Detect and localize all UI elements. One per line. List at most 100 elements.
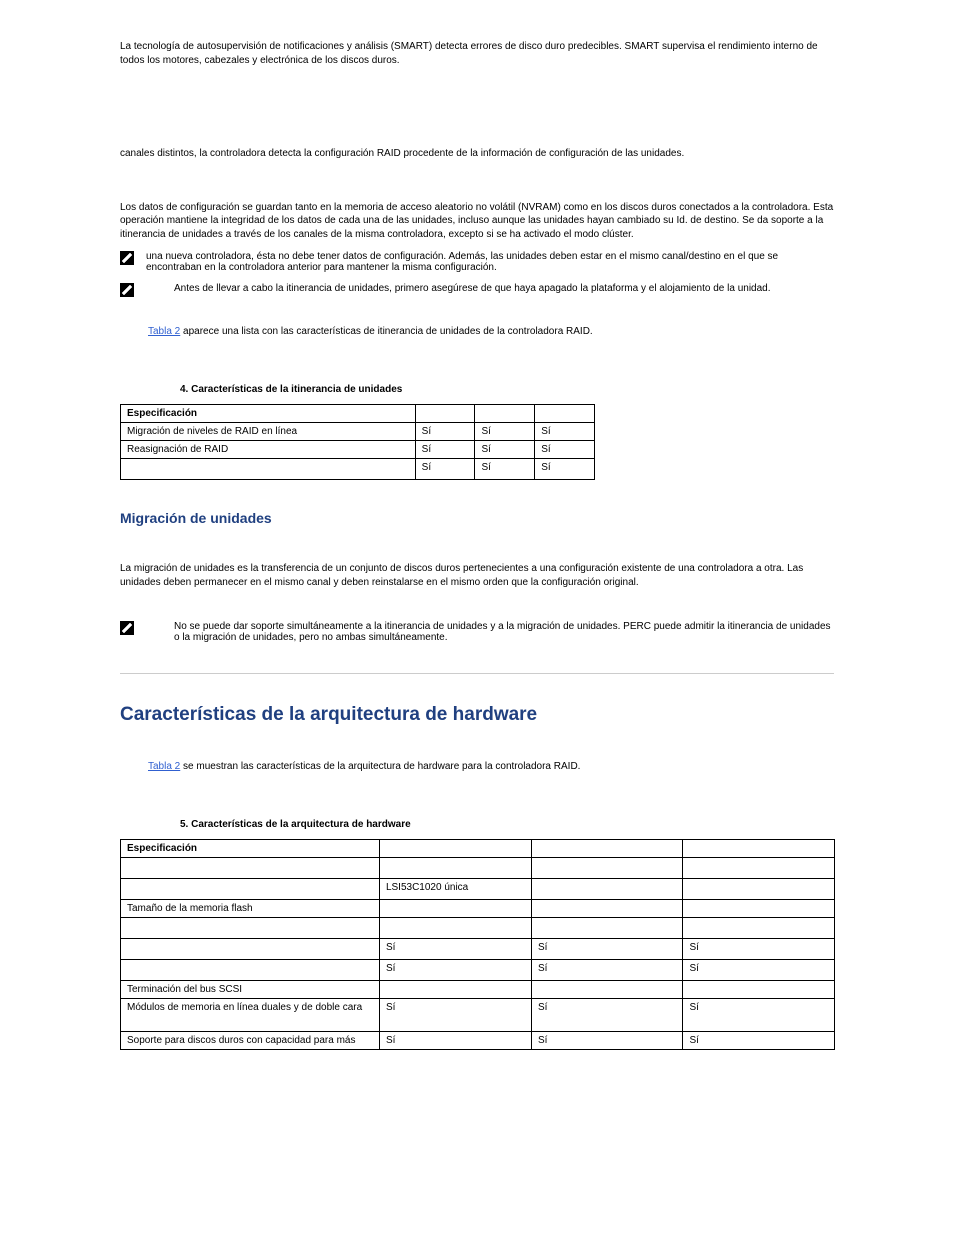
table-row: Terminación del bus SCSI: [121, 981, 835, 999]
table-row: Migración de niveles de RAID en línea Sí…: [121, 423, 595, 441]
text: aparece una lista con las característica…: [180, 326, 592, 337]
note-icon: [120, 251, 134, 265]
table-row: Soporte para discos duros con capacidad …: [121, 1032, 835, 1050]
table-cell: [683, 858, 835, 879]
table-cell: Terminación del bus SCSI: [121, 981, 380, 999]
table-header: [531, 840, 683, 858]
note-row-2: Antes de llevar a cabo la itinerancia de…: [120, 283, 834, 297]
table-cell: [121, 879, 380, 900]
table-cell: [121, 960, 380, 981]
spacer: [120, 77, 834, 147]
table-cell: [531, 900, 683, 918]
spacer: [120, 599, 834, 613]
table-header: Especificación: [121, 405, 416, 423]
text: se muestran las características de la ar…: [180, 761, 580, 772]
table-cell: [683, 879, 835, 900]
table-row: Reasignación de RAID Sí Sí Sí: [121, 441, 595, 459]
note-row-1: una nueva controladora, ésta no debe ten…: [120, 251, 834, 273]
table-cell: [531, 981, 683, 999]
note-icon: [120, 283, 134, 297]
paragraph-channels: canales distintos, la controladora detec…: [120, 147, 834, 161]
table-cell: Sí: [379, 960, 531, 981]
table-cell: [531, 918, 683, 939]
table-row: Sí Sí Sí: [121, 960, 835, 981]
table-cell: Sí: [379, 1032, 531, 1050]
table-cell: Sí: [531, 939, 683, 960]
table-header-row: Especificación: [121, 840, 835, 858]
table-header: [683, 840, 835, 858]
heading-migration: Migración de unidades: [120, 510, 834, 526]
table-hardware: Especificación LSI53C1020 única Tamaño d…: [120, 839, 835, 1050]
table-cell: LSI53C1020 única: [379, 879, 531, 900]
table-cell: Sí: [415, 459, 475, 480]
table-cell: Reasignación de RAID: [121, 441, 416, 459]
link-tabla2-b[interactable]: Tabla 2: [148, 761, 180, 772]
table-cell: Sí: [415, 423, 475, 441]
table-cell: Sí: [535, 441, 595, 459]
table1-caption: 4. Características de la itinerancia de …: [120, 383, 834, 397]
table-header: [415, 405, 475, 423]
table-row: Sí Sí Sí: [121, 939, 835, 960]
paragraph-smart: La tecnología de autosupervisión de noti…: [120, 40, 834, 67]
paragraph-config: Los datos de configuración se guardan ta…: [120, 201, 834, 242]
table-row: LSI53C1020 única: [121, 879, 835, 900]
spacer: [120, 746, 834, 760]
table-row: Módulos de memoria en línea duales y de …: [121, 999, 835, 1032]
table-cell: [379, 858, 531, 879]
table-cell: Sí: [475, 423, 535, 441]
table-cell: [683, 900, 835, 918]
table2-caption: 5. Características de la arquitectura de…: [120, 818, 834, 832]
spacer: [120, 784, 834, 808]
table-header: [535, 405, 595, 423]
table-cell: [531, 879, 683, 900]
table-cell: [121, 858, 380, 879]
table-cell: Sí: [379, 939, 531, 960]
table-cell: [379, 981, 531, 999]
link-tabla2-a[interactable]: Tabla 2: [148, 326, 180, 337]
table-row: [121, 858, 835, 879]
paragraph-migration: La migración de unidades es la transfere…: [120, 562, 834, 589]
table-header-row: Especificación: [121, 405, 595, 423]
table-cell: Sí: [415, 441, 475, 459]
table-cell: Soporte para discos duros con capacidad …: [121, 1032, 380, 1050]
table-cell: [121, 459, 416, 480]
table-cell: Sí: [683, 1032, 835, 1050]
note-text: Antes de llevar a cabo la itinerancia de…: [146, 283, 834, 294]
table-cell: [379, 900, 531, 918]
spacer: [120, 307, 834, 325]
note-text: No se puede dar soporte simultáneamente …: [146, 621, 834, 643]
table-cell: [121, 939, 380, 960]
table2-intro: Tabla 2 se muestran las características …: [120, 760, 834, 774]
table-cell: Sí: [531, 999, 683, 1032]
table-header: Especificación: [121, 840, 380, 858]
note-text: una nueva controladora, ésta no debe ten…: [146, 251, 834, 273]
spacer: [120, 349, 834, 373]
table-header: [379, 840, 531, 858]
table-cell: [121, 918, 380, 939]
spacer: [120, 171, 834, 201]
table1-intro: Tabla 2 aparece una lista con las caract…: [120, 325, 834, 339]
table-cell: Sí: [531, 1032, 683, 1050]
note-icon: [120, 621, 134, 635]
table-row: Sí Sí Sí: [121, 459, 595, 480]
separator: [120, 673, 834, 674]
table-cell: Sí: [535, 423, 595, 441]
table-cell: Sí: [475, 459, 535, 480]
table-cell: Sí: [683, 960, 835, 981]
table-cell: [683, 918, 835, 939]
note-row-3: No se puede dar soporte simultáneamente …: [120, 621, 834, 643]
table-cell: Sí: [531, 960, 683, 981]
table-roaming: Especificación Migración de niveles de R…: [120, 404, 595, 480]
table-cell: [379, 918, 531, 939]
table-cell: Sí: [535, 459, 595, 480]
table-cell: Sí: [379, 999, 531, 1032]
table-cell: Tamaño de la memoria flash: [121, 900, 380, 918]
table-cell: Módulos de memoria en línea duales y de …: [121, 999, 380, 1032]
table-cell: Sí: [683, 939, 835, 960]
spacer: [120, 544, 834, 562]
table-cell: [531, 858, 683, 879]
table-row: Tamaño de la memoria flash: [121, 900, 835, 918]
heading-hardware-arch: Características de la arquitectura de ha…: [120, 704, 834, 726]
table-cell: Sí: [475, 441, 535, 459]
table-cell: Sí: [683, 999, 835, 1032]
